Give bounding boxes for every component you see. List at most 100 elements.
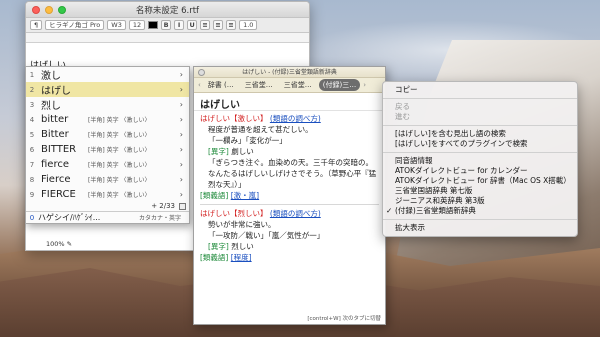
chevron-right-icon[interactable]: › [180, 175, 183, 184]
entry-variant: [異字] 劇しい [200, 146, 379, 157]
align-left-button[interactable]: ≡ [200, 20, 211, 30]
menu-item[interactable]: ATOKダイレクトビュー for カレンダー [383, 166, 577, 176]
candidate-item[interactable]: 6 BITTER [半角] 英字 〈激しい〉 › [26, 142, 189, 157]
synonym-link[interactable]: [激・嵐] [231, 191, 259, 200]
entry-synonyms: [類義語] [程度] [200, 252, 379, 263]
candidate-number: 4 [29, 115, 35, 124]
menu-item[interactable]: ATOKダイレクトビュー for 辞書（Mac OS X搭載） [383, 176, 577, 186]
menu-item[interactable]: [はげしい]をすべてのプラグインで検索 [383, 139, 577, 149]
candidate-note: [半角] 英字 〈激しい〉 [88, 162, 151, 169]
line-spacing-select[interactable]: 1.0 [239, 20, 258, 30]
candidate-number: 0 [29, 213, 35, 222]
candidate-number: 7 [29, 160, 35, 169]
align-center-button[interactable]: ≡ [213, 20, 224, 30]
chevron-right-icon[interactable]: › [180, 115, 183, 124]
font-weight-select[interactable]: W3 [107, 20, 126, 30]
entry-synonyms: [類義語] [激・嵐] [200, 190, 379, 201]
tab-thesaurus[interactable]: (付録)三… [318, 79, 361, 91]
chevron-right-icon[interactable]: › [180, 190, 183, 199]
menu-item[interactable]: 拡大表示 [383, 223, 577, 233]
chevron-right-icon[interactable]: › [180, 100, 183, 109]
candidate-word: 激し [41, 71, 61, 82]
chevron-right-icon[interactable]: › [363, 81, 366, 89]
synonym-link[interactable]: [程度] [231, 253, 252, 262]
bold-button[interactable]: B [161, 20, 172, 30]
chevron-right-icon[interactable]: › [180, 70, 183, 79]
chevron-right-icon[interactable]: › [180, 160, 183, 169]
entry-link[interactable]: (類語の調べ方) [270, 209, 321, 218]
menu-item: 戻る [383, 102, 577, 112]
zoom-label: 100% [46, 240, 65, 248]
font-family-select[interactable]: ヒラギノ角ゴ Pro [45, 20, 105, 30]
variant-text: 烈しい [231, 242, 254, 251]
page-count: + 2/33 [151, 202, 175, 210]
entry-variant: [異字] 烈しい [200, 241, 379, 252]
underline-button[interactable]: U [187, 20, 198, 30]
entry-definition: 勢いが非常に強い。 [208, 220, 276, 229]
expand-icon[interactable] [179, 203, 186, 210]
menu-item[interactable]: ✓ (付録)三省堂類語新辞典 [383, 206, 577, 216]
menu-item-label: 戻る [395, 102, 410, 111]
synonym-label: [類義語] [200, 253, 229, 262]
ruler[interactable] [26, 33, 309, 43]
menu-item-label: コピー [395, 85, 418, 94]
menu-item[interactable]: 三省堂国語辞典 第七版 [383, 186, 577, 196]
menu-item-label: ATOKダイレクトビュー for カレンダー [395, 166, 528, 175]
dictionary-titlebar[interactable]: はげしい - (付録)三省堂類語新辞典 [194, 67, 385, 78]
italic-button[interactable]: I [174, 20, 185, 30]
candidate-item[interactable]: 8 Fierce [半角] 英字 〈激しい〉 › [26, 172, 189, 187]
entry-heading: はげしい【激しい】 (類語の調べ方) [200, 113, 379, 124]
entry-title: はげしい【烈しい】 [200, 209, 268, 218]
window-title: 名称未設定 6.rtf [135, 5, 200, 16]
candidate-number: 2 [29, 85, 35, 94]
chevron-left-icon[interactable]: ‹ [198, 81, 201, 89]
dictionary-content: はげしい【激しい】 (類語の調べ方) 程度が普通を超えて甚だしい。 「一欄み」「… [194, 111, 385, 265]
candidate-number: 9 [29, 190, 35, 199]
tab-sanseido-2[interactable]: 三省堂… [280, 79, 316, 91]
chevron-right-icon[interactable]: › [180, 130, 183, 139]
synonym-label: [類義語] [200, 191, 229, 200]
chevron-right-icon[interactable]: › [180, 145, 183, 154]
tab-shortcut-hint: [control+W] 次のタブに切替 [307, 316, 381, 322]
candidate-item[interactable]: 1 激し › [26, 67, 189, 82]
menu-item-label: 三省堂国語辞典 第七版 [395, 186, 473, 195]
candidate-item[interactable]: 5 Bitter [半角] 英字 〈激しい〉 › [26, 127, 189, 142]
chevron-right-icon[interactable]: › [180, 85, 183, 94]
candidate-item[interactable]: 9 FIERCE [半角] 英字 〈激しい〉 › [26, 187, 189, 202]
tab-sanseido-1[interactable]: 三省堂… [241, 79, 277, 91]
candidate-word: Fierce [41, 174, 71, 185]
menu-item-label: 拡大表示 [395, 223, 425, 232]
menu-item[interactable]: コピー [383, 85, 577, 95]
dictionary-tabs: ‹ 辞書 (… 三省堂… 三省堂… (付録)三… › [194, 78, 385, 93]
paragraph-style-select[interactable]: ¶ [30, 20, 43, 30]
variant-label: [異字] [208, 147, 229, 156]
candidate-item[interactable]: 2 はげし › [26, 82, 189, 97]
candidate-item[interactable]: 4 bitter [半角] 英字 〈激しい〉 › [26, 112, 189, 127]
close-icon[interactable] [198, 69, 205, 76]
entry-quote: 「ぎらつき注ぐ。血染めの天。三千年の突暗の。なんたるはげしいしげけさでそう。（草… [208, 158, 377, 189]
variant-text: 劇しい [231, 147, 254, 156]
menu-item[interactable]: ジーニアス和英辞典 第3版 [383, 196, 577, 206]
window-titlebar[interactable]: 名称未設定 6.rtf [26, 2, 309, 18]
candidate-number: 6 [29, 145, 35, 154]
candidate-item[interactable]: 7 fierce [半角] 英字 〈激しい〉 › [26, 157, 189, 172]
menu-item[interactable]: [はげしい]を含む見出し語の検索 [383, 129, 577, 139]
entry-link[interactable]: (類語の調べ方) [270, 114, 321, 123]
align-right-button[interactable]: ≡ [226, 20, 237, 30]
format-toolbar: ¶ ヒラギノ角ゴ Pro W3 12 B I U ≡ ≡ ≡ 1.0 [26, 18, 309, 33]
zoom-level[interactable]: 100% ✎ [46, 240, 72, 248]
candidate-window: 1 激し › 2 はげし › 3 烈し › 4 bitter [半角] 英字 〈激しい〉 › 5 Bitte… [25, 66, 190, 224]
candidate-word: ハゲシイ/ﾊｹﾞｼｲ... [38, 213, 101, 222]
entry-divider [200, 204, 379, 205]
font-size-select[interactable]: 12 [128, 20, 146, 30]
candidate-number: 5 [29, 130, 35, 139]
menu-item[interactable]: 同音語情報 [383, 156, 577, 166]
candidate-katakana-row[interactable]: 0 ハゲシイ/ﾊｹﾞｼｲ... カタカナ・英字 [26, 211, 189, 223]
menu-item: 進む [383, 112, 577, 122]
menu-separator [383, 219, 577, 220]
tab-dictionary[interactable]: 辞書 (… [204, 79, 238, 91]
variant-label: [異字] [208, 242, 229, 251]
text-color-swatch[interactable] [148, 21, 159, 29]
menu-item-label: 同音語情報 [395, 156, 433, 165]
candidate-item[interactable]: 3 烈し › [26, 97, 189, 112]
